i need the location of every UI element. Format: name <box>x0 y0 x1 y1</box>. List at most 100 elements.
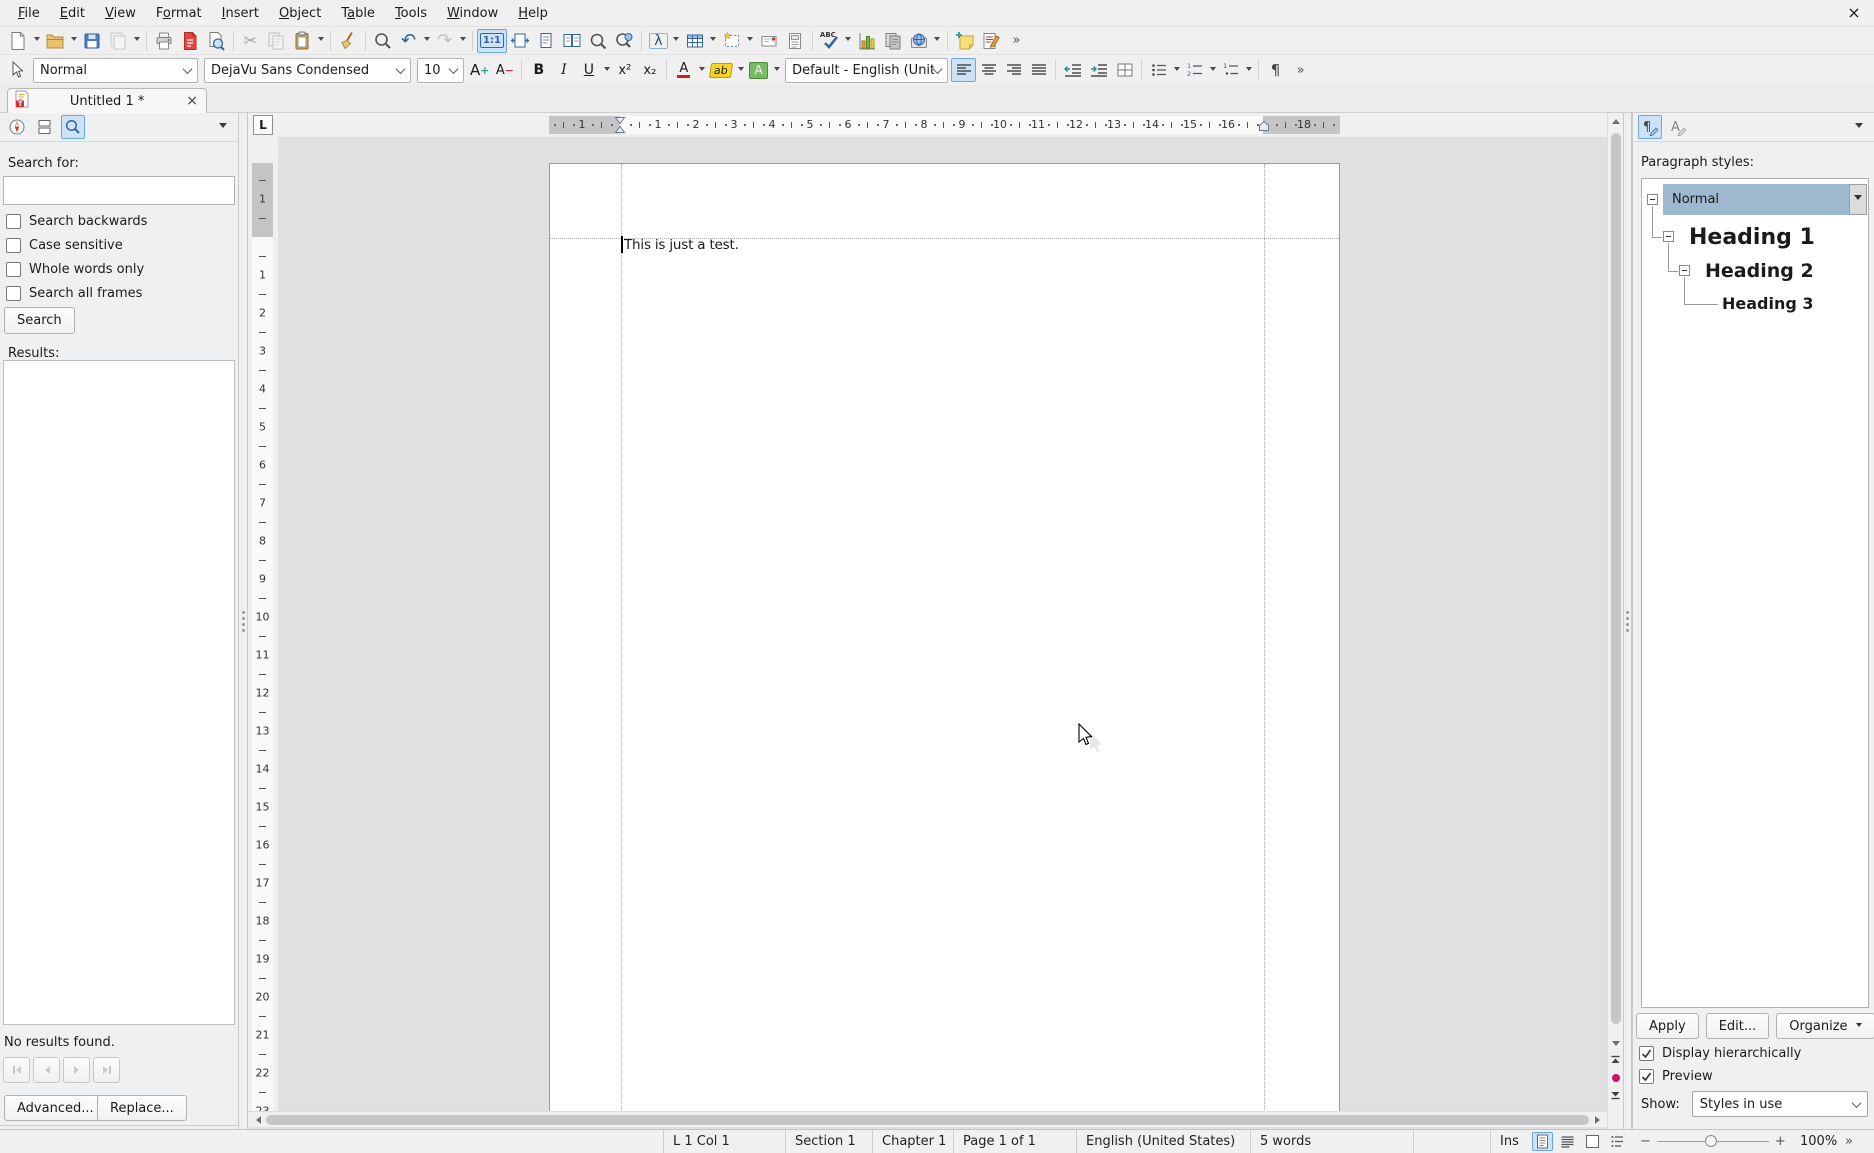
new-document-dropdown-icon[interactable] <box>31 29 42 53</box>
highlight-dropdown-icon[interactable] <box>735 58 746 82</box>
zoom-slider[interactable]: − + <box>1640 1130 1786 1153</box>
underline-button[interactable]: U <box>576 58 601 82</box>
document-viewport[interactable]: This is just a test. <box>278 137 1607 1111</box>
toolbar-overflow-button[interactable]: » <box>1004 29 1029 53</box>
align-justify-button[interactable] <box>1026 58 1051 82</box>
tree-collapse-icon[interactable] <box>1679 265 1690 276</box>
style-item-normal[interactable]: Normal <box>1672 184 1719 215</box>
superscript-button[interactable]: x² <box>612 58 637 82</box>
spellcheck-button[interactable]: ABC <box>817 29 843 53</box>
underline-dropdown-icon[interactable] <box>601 58 612 82</box>
menu-insert[interactable]: Insert <box>212 2 269 25</box>
italic-button[interactable]: I <box>551 58 576 82</box>
background-color-button[interactable]: A <box>746 58 771 82</box>
paragraph-style-combobox[interactable]: Normal <box>33 58 198 83</box>
insert-mode-status[interactable]: Ins <box>1490 1130 1532 1153</box>
clone-formatting-button[interactable] <box>335 29 361 53</box>
menu-format[interactable]: Format <box>146 2 212 25</box>
menu-tools[interactable]: Tools <box>385 2 437 25</box>
edit-button[interactable]: Edit... <box>1706 1013 1770 1039</box>
track-changes-button[interactable] <box>978 29 1004 53</box>
navigate-by-button[interactable] <box>1608 1070 1623 1085</box>
replace-button[interactable]: Replace... <box>97 1095 187 1121</box>
next-page-button[interactable] <box>1608 1087 1623 1102</box>
copy-button[interactable] <box>263 29 289 53</box>
left-splitter[interactable] <box>238 113 248 1129</box>
style-context-dropdown-icon[interactable] <box>1849 184 1867 215</box>
open-dropdown-icon[interactable] <box>68 29 79 53</box>
find-button[interactable] <box>370 29 396 53</box>
background-color-dropdown-icon[interactable] <box>771 58 782 82</box>
insert-formula-button[interactable]: λ <box>646 29 671 53</box>
scroll-left-icon[interactable] <box>248 1112 264 1128</box>
cursor-position-status[interactable]: L 1 Col 1 <box>663 1130 785 1153</box>
navigator-deck-icon[interactable] <box>5 115 29 139</box>
horizontal-scrollbar[interactable] <box>248 1111 1607 1127</box>
numbered-list-button[interactable]: 12 <box>1182 58 1207 82</box>
zoom-page-width-button[interactable] <box>507 29 533 53</box>
deck-options-dropdown-icon[interactable] <box>1855 123 1863 132</box>
close-window-button[interactable]: × <box>1844 2 1864 22</box>
menu-view[interactable]: View <box>95 2 146 25</box>
menu-file[interactable]: File <box>8 2 50 25</box>
menu-table[interactable]: Table <box>331 2 385 25</box>
advanced-button[interactable]: Advanced... <box>4 1095 107 1121</box>
insert-textbox-button[interactable] <box>756 29 782 53</box>
redo-dropdown-icon[interactable] <box>457 29 468 53</box>
character-styles-tab[interactable]: A <box>1666 115 1690 139</box>
grow-font-button[interactable]: A+ <box>467 58 492 82</box>
vertical-scrollbar[interactable] <box>1607 113 1623 1129</box>
indent-marker-right[interactable] <box>1258 120 1270 132</box>
show-filter-select[interactable]: Styles in use <box>1692 1091 1868 1117</box>
statusbar-overflow-icon[interactable]: » <box>1845 1130 1853 1153</box>
organize-button[interactable]: Organize <box>1776 1013 1874 1039</box>
align-center-button[interactable] <box>976 58 1001 82</box>
insert-chart-button[interactable] <box>854 29 880 53</box>
zoom-slider-knob[interactable] <box>1705 1135 1717 1147</box>
book-view-button[interactable] <box>1582 1132 1603 1151</box>
search-results-list[interactable] <box>3 360 235 1025</box>
highlight-color-button[interactable]: ab <box>707 58 735 82</box>
open-button[interactable] <box>42 29 68 53</box>
outline-list-dropdown-icon[interactable] <box>1243 58 1254 82</box>
search-deck-icon[interactable] <box>61 115 85 139</box>
search-input[interactable] <box>3 176 235 205</box>
redo-button[interactable]: ↷ <box>432 29 457 53</box>
hyperlink-button[interactable] <box>906 29 932 53</box>
paste-dropdown-icon[interactable] <box>315 29 326 53</box>
whole-words-checkbox[interactable]: Whole words only <box>6 260 144 278</box>
undo-button[interactable]: ↶ <box>396 29 421 53</box>
scroll-down-icon[interactable] <box>1608 1036 1624 1052</box>
zoom-level-value[interactable]: 100% <box>1800 1130 1837 1153</box>
section-status[interactable]: Section 1 <box>785 1130 872 1153</box>
zoom-dialog-button[interactable] <box>585 29 611 53</box>
tab-close-icon[interactable]: × <box>184 93 200 109</box>
zoom-in-icon[interactable]: + <box>1775 1134 1786 1149</box>
style-item-heading-3[interactable]: Heading 3 <box>1722 291 1814 315</box>
preview-checkbox[interactable]: Preview <box>1639 1067 1713 1085</box>
save-as-button[interactable] <box>105 29 131 53</box>
insert-formula-dropdown-icon[interactable] <box>671 29 682 53</box>
single-page-view-button[interactable] <box>1532 1132 1553 1151</box>
subscript-button[interactable]: x₂ <box>637 58 662 82</box>
bullet-list-button[interactable] <box>1146 58 1171 82</box>
search-backwards-checkbox[interactable]: Search backwards <box>6 212 147 230</box>
font-color-dropdown-icon[interactable] <box>696 58 707 82</box>
thumbnails-deck-icon[interactable] <box>33 115 57 139</box>
font-size-combobox[interactable]: 10 <box>417 58 464 83</box>
search-all-frames-checkbox[interactable]: Search all frames <box>6 284 142 302</box>
chapter-status[interactable]: Chapter 1 <box>872 1130 953 1153</box>
save-button[interactable] <box>79 29 105 53</box>
zoom-single-page-button[interactable] <box>533 29 559 53</box>
increase-indent-button[interactable] <box>1086 58 1112 82</box>
multi-page-view-button[interactable] <box>1557 1132 1578 1151</box>
vertical-scroll-track[interactable] <box>1608 129 1624 1036</box>
vertical-ruler[interactable]: 11234567891011121314151617181920212223 <box>248 137 278 1111</box>
select-tool-button[interactable] <box>5 58 30 82</box>
outline-list-button[interactable]: 1 <box>1218 58 1243 82</box>
document-tab[interactable]: T Untitled 1 * × <box>7 88 207 113</box>
decrease-indent-button[interactable] <box>1060 58 1086 82</box>
language-combobox[interactable]: Default - English (United <box>785 58 948 83</box>
right-splitter[interactable] <box>1623 113 1632 1129</box>
align-left-button[interactable] <box>951 58 976 82</box>
